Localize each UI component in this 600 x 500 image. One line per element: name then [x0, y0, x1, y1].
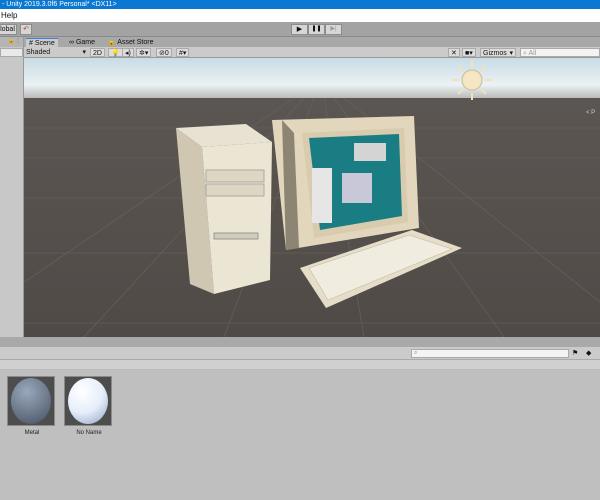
game-icon: ∞ [69, 39, 74, 46]
2d-toggle[interactable]: 2D [90, 48, 105, 57]
pivot-global-toggle[interactable]: lobal [0, 24, 17, 35]
crt-monitor-model [272, 116, 419, 250]
effects-dropdown-icon[interactable]: ✲▾ [136, 48, 152, 57]
asset-item[interactable]: Metal [7, 376, 57, 436]
sun-light-gizmo[interactable] [452, 60, 492, 100]
play-button[interactable]: ▶ [291, 24, 308, 35]
gizmos-dropdown[interactable]: Gizmos ▾ [480, 48, 516, 57]
lock-icon[interactable]: 🔒⋮ [0, 37, 23, 47]
camera-dropdown-icon[interactable]: ■▾ [462, 48, 476, 57]
tab-game[interactable]: ∞ Game [66, 38, 98, 47]
asset-label: Metal [24, 430, 40, 436]
scene-icon: # [29, 40, 33, 47]
step-button[interactable]: ▶| [325, 24, 342, 35]
pc-tower-model [176, 124, 272, 294]
hierarchy-panel: 🔒⋮ [0, 37, 24, 337]
project-toolbar: ⌕ ⚑ ◆ [0, 347, 600, 360]
panel-divider [0, 337, 600, 347]
title-bar: - Unity 2019.3.0f6 Personal* <DX11> [0, 0, 600, 9]
pause-button[interactable]: ❚❚ [308, 24, 325, 35]
store-icon: 🔒 [107, 39, 116, 46]
tab-asset-store[interactable]: 🔒 Asset Store [104, 38, 156, 47]
grid-toggle-icon[interactable]: #▾ [176, 48, 190, 57]
scene-search-input[interactable]: ⌕ All [520, 48, 600, 57]
audio-toggle-icon[interactable]: ◂) [122, 48, 134, 57]
tab-scene[interactable]: # Scene [26, 38, 58, 47]
material-thumbnail [64, 376, 112, 426]
hidden-objects-toggle[interactable]: ⊘0 [156, 48, 172, 57]
scene-toolbar: Shaded ▾ 2D 💡 ◂) ✲▾ ⊘0 #▾ ✕ ■▾ Gizmos ▾ ⌕ … [24, 47, 600, 58]
scene-view[interactable]: < P [24, 58, 600, 337]
persp-label: < P [586, 110, 595, 116]
hierarchy-search[interactable] [0, 48, 23, 57]
menu-help[interactable]: Help [1, 11, 17, 20]
undo-history-icon[interactable]: ↶ [20, 24, 32, 35]
asset-label: No Name [76, 430, 102, 436]
filter-by-label-icon[interactable]: ◆ [586, 349, 591, 357]
view-tabs: # Scene ∞ Game 🔒 Asset Store [24, 37, 600, 47]
project-assets: Metal No Name [0, 370, 600, 500]
tools-icon[interactable]: ✕ [448, 48, 460, 57]
project-search-input[interactable]: ⌕ [411, 349, 569, 358]
shading-mode-dropdown[interactable]: Shaded ▾ [24, 48, 88, 57]
window-title: - Unity 2019.3.0f6 Personal* <DX11> [2, 1, 117, 8]
asset-item[interactable]: No Name [64, 376, 114, 436]
filter-by-type-icon[interactable]: ⚑ [572, 349, 578, 357]
skybox [24, 58, 600, 103]
main-toolbar: lobal ↶ ▶ ❚❚ ▶| [0, 22, 600, 37]
menu-bar: Help [0, 9, 600, 22]
project-breadcrumb-bar [0, 360, 600, 370]
material-thumbnail [7, 376, 55, 426]
lighting-toggle-icon[interactable]: 💡 [108, 48, 123, 57]
